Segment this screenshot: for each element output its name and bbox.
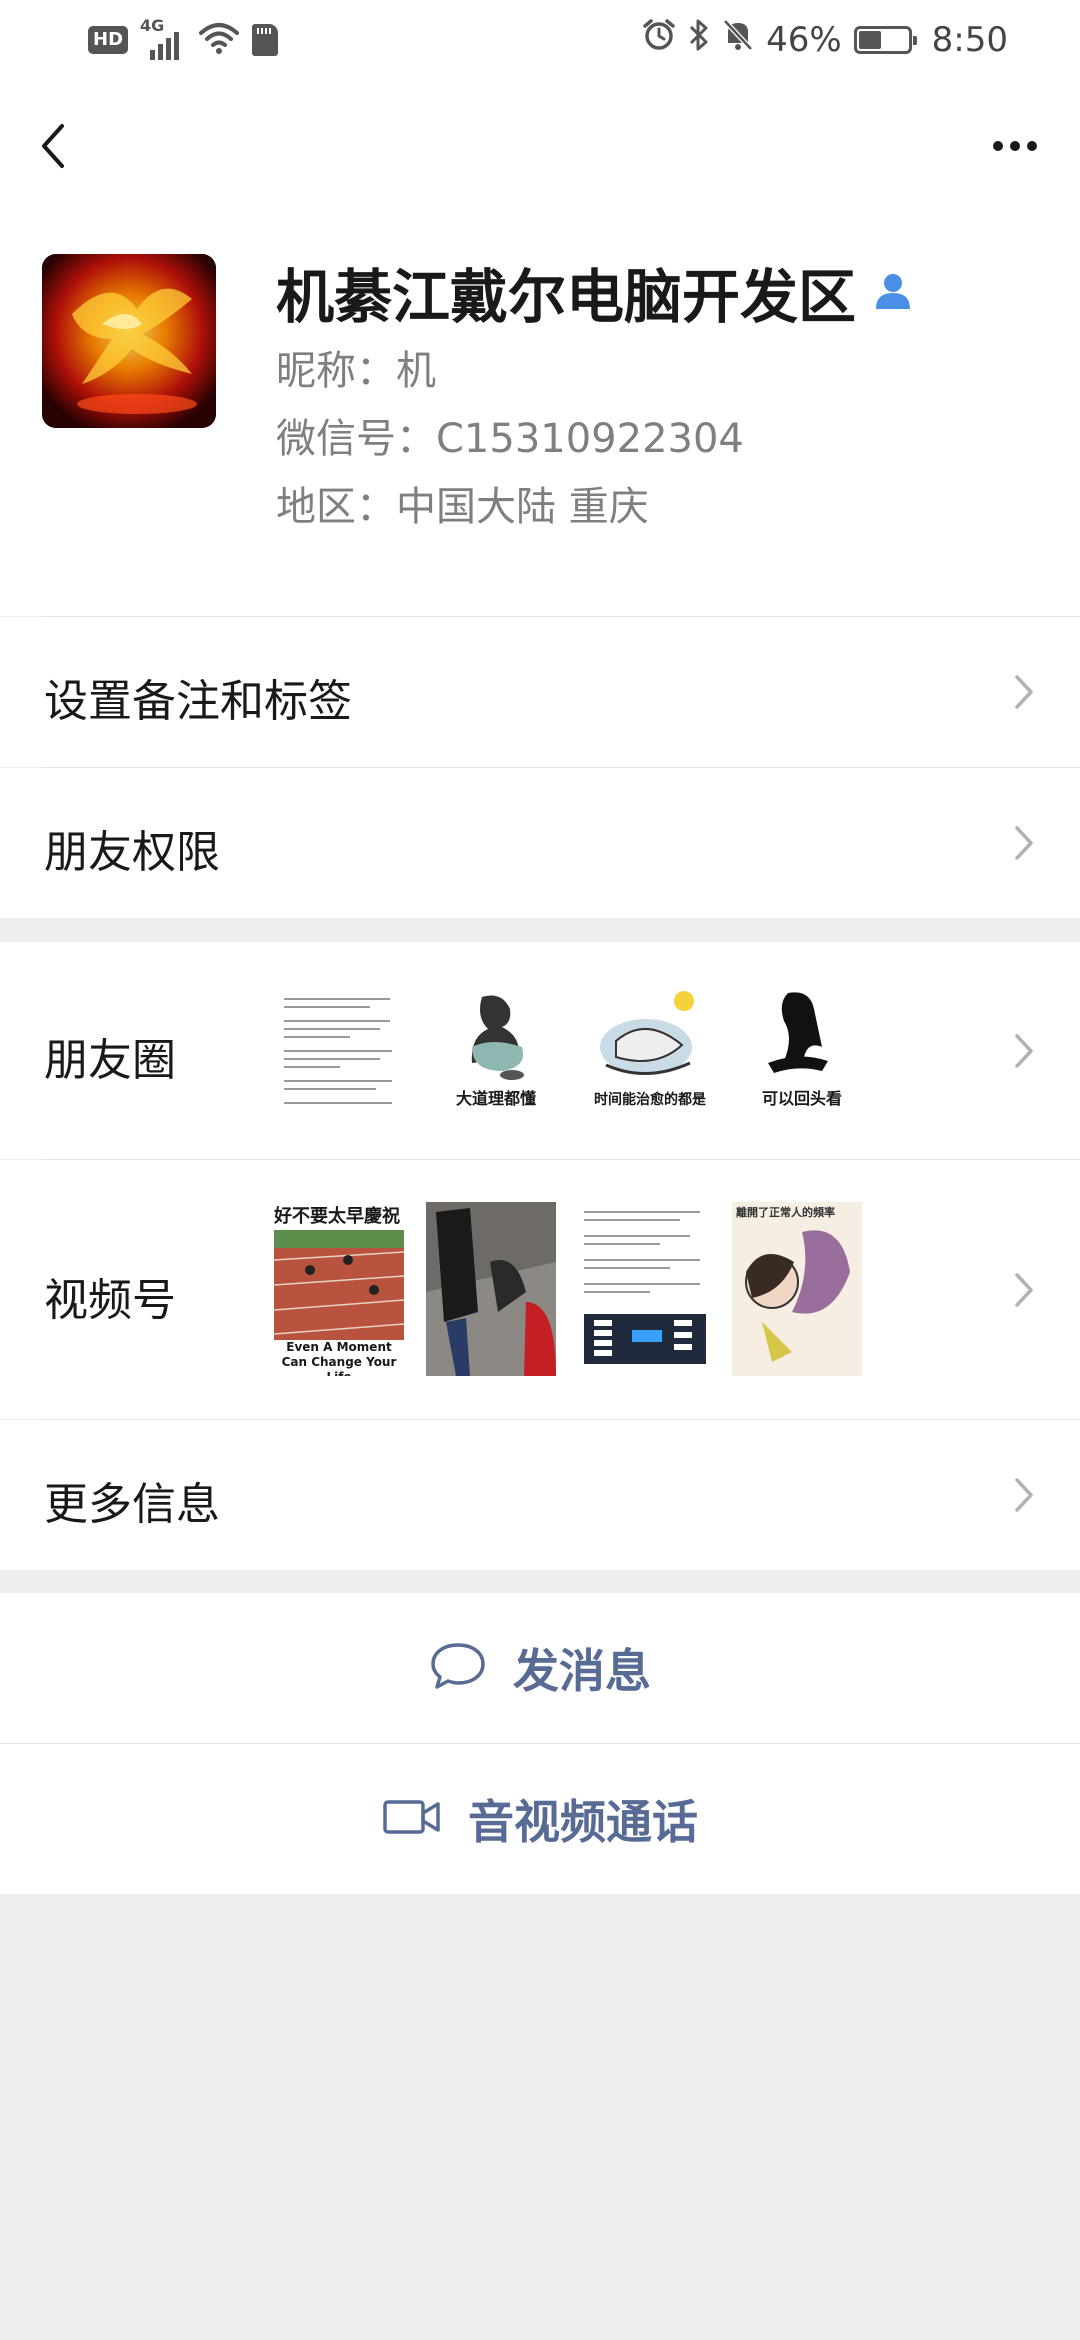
video-camera-icon	[382, 1797, 442, 1841]
channels-row[interactable]: 视频号 好不要太早慶祝 Even A Moment Can Change You…	[0, 1160, 1080, 1419]
channels-caption-top: 好不要太早慶祝	[274, 1202, 404, 1230]
video-call-label: 音视频通话	[468, 1795, 698, 1849]
region: 地区：中国大陆 重庆	[276, 484, 649, 530]
moments-caption: 时间能治愈的都是	[594, 1092, 706, 1108]
person-icon	[872, 269, 914, 315]
nickname: 昵称：机	[276, 348, 436, 394]
back-button[interactable]	[30, 116, 90, 176]
channels-label: 视频号	[44, 1275, 176, 1326]
bluetooth-icon	[688, 18, 710, 61]
channels-caption: 離開了正常人的頻率	[736, 1206, 835, 1219]
moments-thumbnail: 可以回头看	[738, 987, 866, 1115]
channels-thumbnail	[426, 1202, 556, 1376]
channels-thumbnail: 好不要太早慶祝 Even A Moment Can Change Your Li…	[274, 1202, 404, 1376]
friend-permissions-row[interactable]: 朋友权限	[0, 768, 1080, 918]
status-bar: HD 4G 46% 8:50	[0, 0, 1080, 82]
nav-bar	[0, 82, 1080, 210]
chevron-left-icon	[42, 124, 64, 168]
channels-thumbnail: 離開了正常人的頻率	[732, 1202, 862, 1376]
remark-tags-row[interactable]: 设置备注和标签	[0, 617, 1080, 767]
chevron-right-icon	[1015, 1478, 1033, 1512]
sd-card-icon	[252, 24, 279, 56]
channels-caption-bottom: Even A Moment Can Change Your Life	[274, 1340, 404, 1376]
signal-4g-icon: 4G	[140, 16, 186, 60]
hd-badge: HD	[88, 26, 129, 54]
send-message-label: 发消息	[513, 1644, 651, 1698]
wifi-icon	[198, 21, 240, 59]
avatar[interactable]	[42, 254, 216, 428]
mute-icon	[722, 18, 754, 61]
battery-percent: 46%	[766, 19, 842, 60]
alarm-icon	[642, 18, 676, 61]
profile-header: 机綦江戴尔电脑开发区 昵称：机 微信号：C15310922304 地区：中国大陆…	[0, 210, 1080, 616]
more-button[interactable]	[980, 116, 1050, 176]
moments-row[interactable]: 朋友圈 大道理都懂 时间能治愈的都是 可以回头看	[0, 942, 1080, 1159]
phoenix-avatar-image	[42, 254, 216, 428]
moments-thumbnail: 时间能治愈的都是	[586, 987, 714, 1115]
moments-label: 朋友圈	[44, 1035, 176, 1086]
chevron-right-icon	[1015, 675, 1033, 709]
more-info-label: 更多信息	[44, 1479, 220, 1530]
chevron-right-icon	[1015, 826, 1033, 860]
send-message-button[interactable]: 发消息	[0, 1593, 1080, 1743]
chevron-right-icon	[1015, 1273, 1033, 1307]
wechat-id: 微信号：C15310922304	[276, 416, 744, 462]
moments-thumbnail	[280, 987, 408, 1115]
more-info-row[interactable]: 更多信息	[0, 1420, 1080, 1570]
more-dots-icon	[993, 141, 1037, 151]
chat-bubble-icon	[429, 1641, 487, 1695]
clock: 8:50	[931, 19, 1008, 60]
remark-tags-label: 设置备注和标签	[44, 676, 352, 727]
friend-permissions-label: 朋友权限	[44, 827, 220, 878]
moments-caption: 大道理都懂	[455, 1089, 536, 1108]
channels-thumbnail	[580, 1202, 710, 1376]
video-call-button[interactable]: 音视频通话	[0, 1744, 1080, 1894]
chevron-right-icon	[1015, 1034, 1033, 1068]
battery-icon	[853, 25, 917, 54]
moments-thumbnail: 大道理都懂	[432, 987, 560, 1115]
profile-name: 机綦江戴尔电脑开发区	[276, 263, 857, 331]
moments-caption: 可以回头看	[761, 1089, 842, 1108]
